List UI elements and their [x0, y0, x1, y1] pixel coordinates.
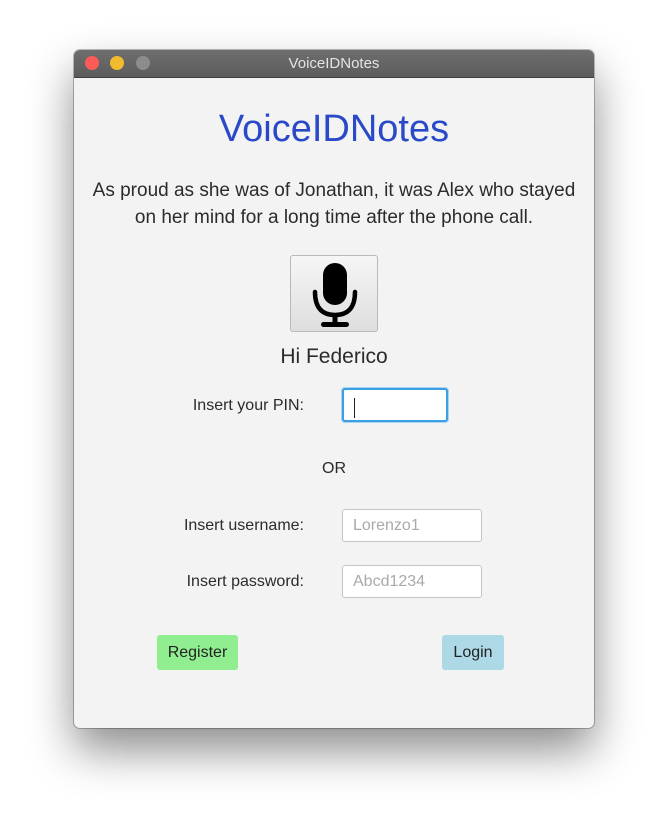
or-separator: OR — [322, 460, 346, 477]
pin-label: Insert your PIN: — [192, 397, 304, 414]
voice-prompt-sentence: As proud as she was of Jonathan, it was … — [92, 180, 576, 228]
microphone-icon — [312, 263, 358, 327]
window-title: VoiceIDNotes — [288, 55, 380, 72]
app-window: VoiceIDNotes VoiceIDNotes As proud as sh… — [74, 50, 594, 728]
title-bar[interactable]: VoiceIDNotes — [74, 50, 594, 78]
password-input[interactable] — [342, 565, 482, 598]
greeting-text: Hi Federico — [280, 345, 388, 368]
register-button[interactable]: Register — [157, 635, 238, 670]
pin-input[interactable] — [342, 388, 448, 422]
app-title: VoiceIDNotes — [218, 108, 450, 150]
text-caret — [354, 398, 355, 418]
username-input[interactable] — [342, 509, 482, 542]
username-label: Insert username: — [183, 517, 304, 534]
password-label: Insert password: — [186, 573, 304, 590]
record-voice-button[interactable] — [290, 255, 378, 332]
login-button[interactable]: Login — [442, 635, 504, 670]
